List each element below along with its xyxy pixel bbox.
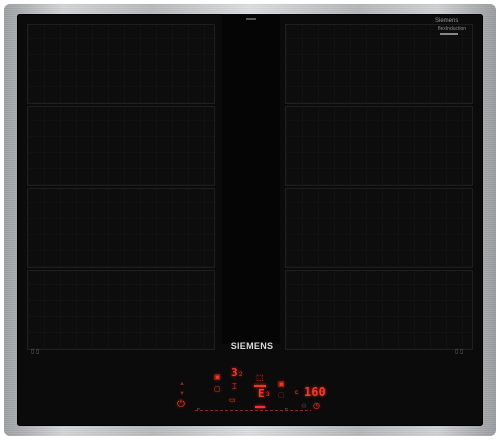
flex-zone-icon[interactable]: ⬚ [256,374,264,382]
left-corner-indicator: ▯ ▯ [31,349,40,355]
slider-scale-left: ▪▪ [197,406,200,411]
timer-unit: c [295,390,298,396]
zone-right-icon[interactable]: ▣ [278,381,285,388]
right-corner-indicator: ▯ ▯ [455,349,464,355]
badge-bottom: flexInduction [438,26,467,32]
up-indicator-icon[interactable]: ▲ [179,381,185,387]
timer-clock-icon[interactable]: ◷ [313,402,320,410]
badge-top: Siemens [435,18,459,24]
power-slider[interactable] [195,410,311,411]
cooktop-glass: Siemens flexInduction SIEMENS ▯ ▯ ▯ ▯ ▲ … [17,14,483,426]
cooking-zone-right-1[interactable] [285,24,473,104]
zone-left-lower-icon[interactable]: ▢ [214,386,221,393]
down-indicator-icon[interactable]: ▼ [179,391,185,397]
flex-zone-bar-lower [255,406,265,408]
top-marker [246,18,256,20]
cooking-zone-right-3[interactable] [285,188,473,268]
right-zone-symbol: E [258,387,265,400]
cooking-zone-left-3[interactable] [27,188,215,268]
slider-scale-right: ▪▪ [285,406,288,411]
zone-left-icon[interactable]: ▣ [214,374,221,381]
center-strip [222,14,280,344]
badge-line [440,33,458,35]
brand-logo: SIEMENS [230,341,274,351]
left-zone-bottom-icon: ▭ [229,397,236,404]
zone-right-lower-icon[interactable]: ▢ [278,392,285,399]
cooking-zone-left-1[interactable] [27,24,215,104]
left-zone-sub: 2 [239,372,243,378]
left-zone-bracket-icon: ⌶ [232,382,237,391]
timer-display: 160 [304,385,326,399]
timer-minus-icon[interactable]: ⊖ [301,403,307,410]
right-zone-sub: 3 [266,392,270,398]
left-zone-level: 3 [231,366,238,379]
cooking-zone-left-2[interactable] [27,106,215,186]
cooking-zone-right-2[interactable] [285,106,473,186]
power-icon[interactable]: ⏻ [177,400,185,410]
cooking-zone-right-4[interactable] [285,270,473,350]
cooking-zone-left-4[interactable] [27,270,215,350]
